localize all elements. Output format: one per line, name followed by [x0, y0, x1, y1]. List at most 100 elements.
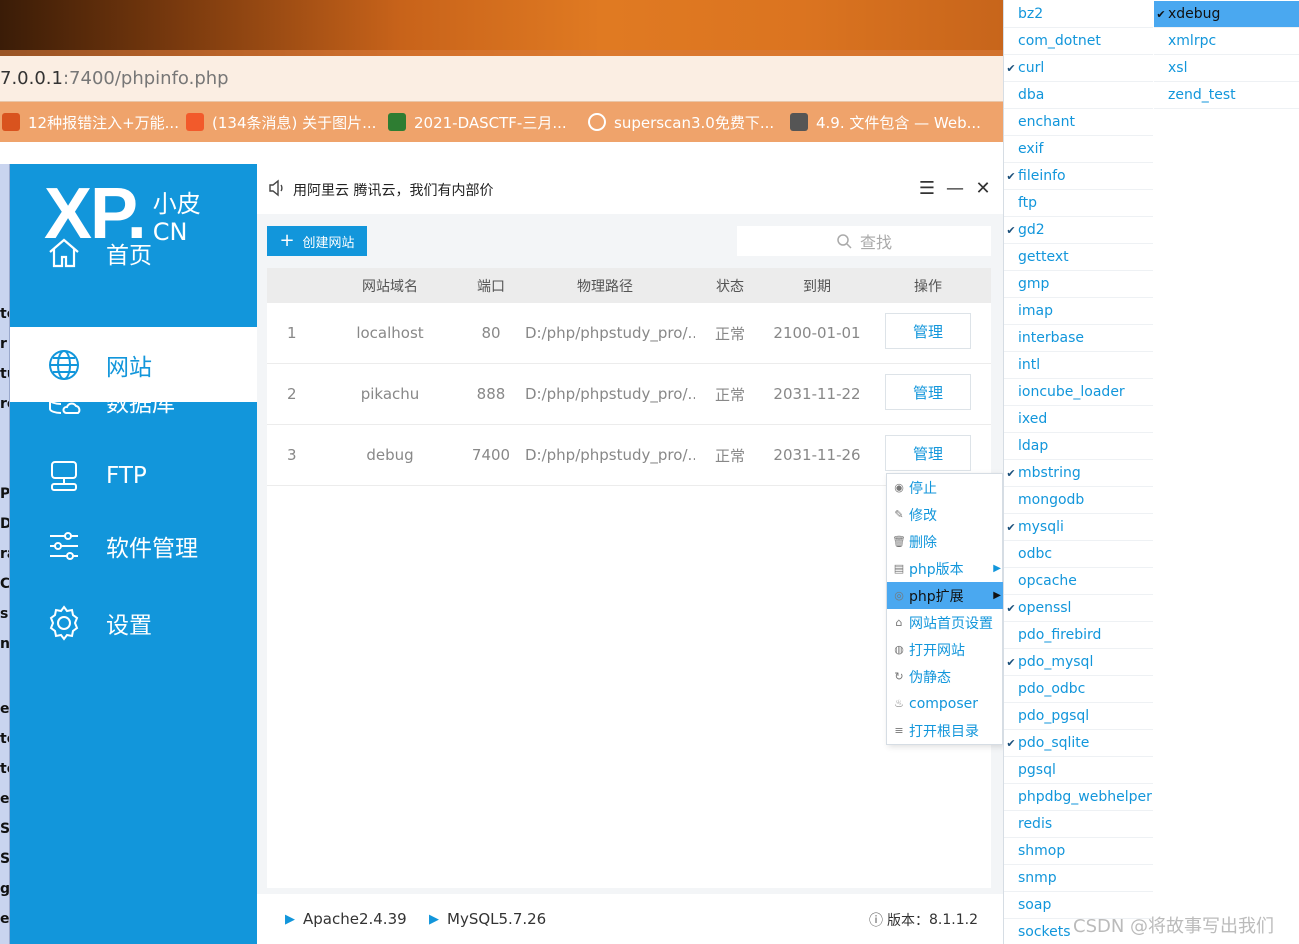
- browser-spacer: [0, 142, 1003, 164]
- home-small-icon: ⌂: [895, 616, 903, 629]
- mysql-status[interactable]: ▶ MySQL5.7.26: [429, 910, 546, 928]
- manage-button[interactable]: 管理: [885, 313, 971, 349]
- create-website-button[interactable]: + 创建网站: [267, 226, 367, 256]
- extension-item[interactable]: ✔ gd2: [1004, 217, 1153, 244]
- close-button[interactable]: ✕: [971, 176, 995, 200]
- manage-button[interactable]: 管理: [885, 374, 971, 410]
- extension-item[interactable]: com_dotnet: [1004, 28, 1153, 55]
- table-cell-index: 2: [287, 385, 297, 403]
- sidebar-item-3[interactable]: FTP: [10, 441, 257, 511]
- extension-item[interactable]: ✔ pdo_sqlite: [1004, 730, 1153, 757]
- context-menu-item[interactable]: ≡ 打开根目录: [887, 717, 1004, 744]
- minimize-button[interactable]: —: [943, 176, 967, 200]
- bookmark-favicon-icon: [588, 113, 606, 131]
- extension-item[interactable]: opcache: [1004, 568, 1153, 595]
- bookmark-item[interactable]: 12种报错注入+万能...: [2, 112, 179, 133]
- extension-item[interactable]: ✔ openssl: [1004, 595, 1153, 622]
- php-extensions-submenu: bz2 com_dotnet ✔ curl dba enchant exif ✔ fileinf…: [1003, 0, 1299, 944]
- extension-item[interactable]: ftp: [1004, 190, 1153, 217]
- sidebar-item-0[interactable]: 首页: [10, 218, 257, 288]
- extension-item[interactable]: exif: [1004, 136, 1153, 163]
- menu-icon[interactable]: ☰: [915, 176, 939, 200]
- list-icon: ≡: [894, 724, 904, 737]
- extension-item[interactable]: ✔ curl: [1004, 55, 1153, 82]
- extension-item[interactable]: ixed: [1004, 406, 1153, 433]
- extension-item[interactable]: gettext: [1004, 244, 1153, 271]
- extension-item[interactable]: ✔ xdebug: [1154, 1, 1299, 28]
- status-bar: ▶ Apache2.4.39 ▶ MySQL5.7.26 ⓘ 版本： 8.1.1…: [257, 894, 1003, 944]
- php-version-icon: ▤: [893, 562, 905, 575]
- extension-item[interactable]: pdo_pgsql: [1004, 703, 1153, 730]
- context-menu-item[interactable]: ▤ php版本 ▶: [887, 555, 1004, 582]
- sidebar-item-4[interactable]: 软件管理: [10, 511, 257, 581]
- column-header: 到期: [803, 278, 831, 295]
- extension-item[interactable]: bz2: [1004, 1, 1153, 28]
- context-menu-item[interactable]: 🗑 删除: [887, 528, 1004, 555]
- play-icon: ▶: [285, 911, 295, 927]
- table-cell-port: 7400: [471, 446, 511, 464]
- bookmark-item[interactable]: 4.9. 文件包含 — Web...: [790, 112, 981, 133]
- column-header: 操作: [914, 278, 942, 295]
- context-menu-item[interactable]: ✎ 修改: [887, 501, 1004, 528]
- extension-item[interactable]: zend_test: [1154, 82, 1299, 109]
- context-menu-item[interactable]: ◎ php扩展 ▶: [887, 582, 1004, 609]
- version-info: ⓘ 版本： 8.1.1.2: [869, 912, 978, 929]
- extension-item[interactable]: xsl: [1154, 55, 1299, 82]
- database-icon: [44, 381, 84, 421]
- extension-item[interactable]: imap: [1004, 298, 1153, 325]
- table-row[interactable]: 2 pikachu 888 D:/php/phpstudy_pro/... 正常 2031…: [267, 364, 991, 425]
- extension-item[interactable]: phpdbg_webhelper: [1004, 784, 1153, 811]
- extension-item[interactable]: ✔ mbstring: [1004, 460, 1153, 487]
- sidebar-item-2[interactable]: 数据库: [10, 366, 257, 436]
- context-menu-item[interactable]: ◍ 打开网站: [887, 636, 1004, 663]
- bookmark-favicon-icon: [388, 113, 406, 131]
- extension-item[interactable]: dba: [1004, 82, 1153, 109]
- underlying-text: er: [0, 701, 10, 717]
- sidebar-item-5[interactable]: 设置: [10, 588, 257, 658]
- extension-item[interactable]: ✔ pdo_mysql: [1004, 649, 1153, 676]
- context-menu-item[interactable]: ⌂ 网站首页设置: [887, 609, 1004, 636]
- site-context-menu: ◉ 停止 ✎ 修改 🗑 删除 ▤ php版本 ▶ ◎ php扩展 ▶ ⌂ 网站首页设置 ◍ 打开网站 ↻ 伪静态 ♨…: [886, 473, 1004, 745]
- bookmark-item[interactable]: 2021-DASCTF-三月...: [388, 112, 567, 133]
- context-menu-item[interactable]: ♨ composer: [887, 690, 1004, 717]
- table-cell-index: 3: [287, 446, 297, 464]
- extension-item[interactable]: snmp: [1004, 865, 1153, 892]
- extension-item[interactable]: redis: [1004, 811, 1153, 838]
- extension-item[interactable]: ✔ fileinfo: [1004, 163, 1153, 190]
- context-menu-item[interactable]: ◉ 停止: [887, 474, 1004, 501]
- extension-item[interactable]: pgsql: [1004, 757, 1153, 784]
- column-header: [267, 268, 313, 303]
- extension-item[interactable]: shmop: [1004, 838, 1153, 865]
- context-menu-item[interactable]: ↻ 伪静态: [887, 663, 1004, 690]
- manage-button[interactable]: 管理: [885, 435, 971, 471]
- extension-item[interactable]: xmlrpc: [1154, 28, 1299, 55]
- extension-item[interactable]: pdo_firebird: [1004, 622, 1153, 649]
- table-cell-path: D:/php/phpstudy_pro/...: [525, 446, 695, 464]
- extension-item[interactable]: enchant: [1004, 109, 1153, 136]
- extension-item[interactable]: intl: [1004, 352, 1153, 379]
- pencil-icon: ✎: [894, 508, 904, 521]
- table-row[interactable]: 1 localhost 80 D:/php/phpstudy_pro/... 正常 210…: [267, 303, 991, 364]
- search-input[interactable]: 查找: [737, 226, 991, 256]
- underlying-text: tu: [0, 366, 9, 382]
- extension-item[interactable]: interbase: [1004, 325, 1153, 352]
- extension-item[interactable]: ldap: [1004, 433, 1153, 460]
- table-cell-status: 正常: [714, 446, 745, 465]
- bookmark-item[interactable]: (134条消息) 关于图片...: [186, 112, 376, 133]
- address-text[interactable]: 7.0.0.1:7400/phpinfo.php: [0, 68, 229, 89]
- extension-item[interactable]: pdo_odbc: [1004, 676, 1153, 703]
- extension-item[interactable]: ✔ mysqli: [1004, 514, 1153, 541]
- extension-item[interactable]: ioncube_loader: [1004, 379, 1153, 406]
- apache-status[interactable]: ▶ Apache2.4.39: [285, 910, 407, 928]
- search-icon: [837, 234, 852, 249]
- notice-text[interactable]: 用阿里云 腾讯云，我们有内部价: [293, 180, 493, 200]
- extension-item[interactable]: gmp: [1004, 271, 1153, 298]
- address-bar[interactable]: 7.0.0.1:7400/phpinfo.php: [0, 56, 1003, 102]
- underlying-text: te: [0, 761, 9, 777]
- extension-item[interactable]: mongodb: [1004, 487, 1153, 514]
- checkmark-icon: ✔: [1006, 736, 1016, 750]
- php-extension-icon: ◎: [894, 589, 904, 602]
- bookmark-item[interactable]: superscan3.0免费下...: [588, 112, 774, 133]
- extension-item[interactable]: odbc: [1004, 541, 1153, 568]
- table-row[interactable]: 3 debug 7400 D:/php/phpstudy_pro/... 正常 2031-…: [267, 425, 991, 486]
